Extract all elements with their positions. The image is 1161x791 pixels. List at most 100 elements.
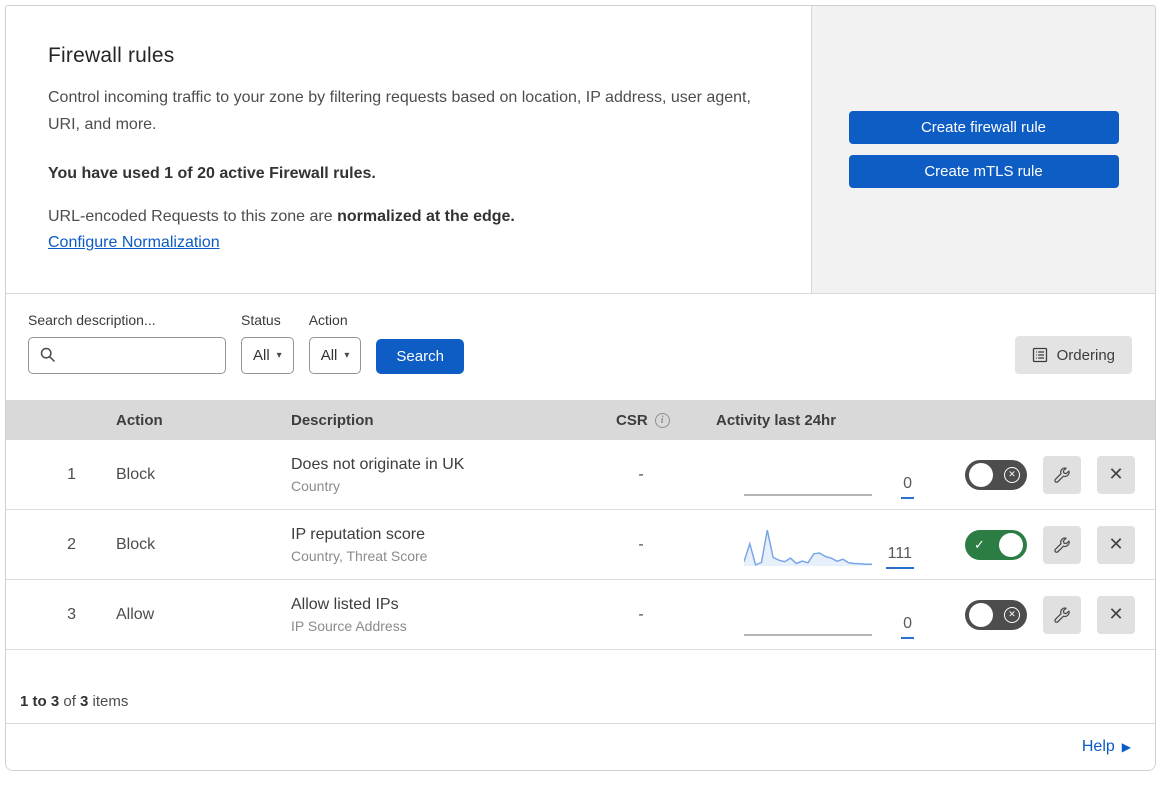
edit-rule-button[interactable] (1043, 595, 1081, 634)
rule-enabled-toggle[interactable]: ✕ (965, 599, 1027, 630)
normalization-notice: URL-encoded Requests to this zone are no… (48, 208, 767, 226)
firewall-rules-card: Firewall rules Control incoming traffic … (5, 5, 1156, 771)
toggle-knob (999, 532, 1023, 557)
delete-rule-button[interactable]: ✕ (1097, 525, 1135, 564)
actions-panel-buttons: Create firewall rule Create mTLS rule (848, 111, 1119, 188)
action-select[interactable]: All ▾ (308, 337, 362, 374)
rule-priority: 2 (67, 535, 76, 553)
rule-description: Allow listed IPs (291, 595, 399, 613)
items-range: 1 to 3 (20, 693, 60, 710)
search-field-wrap (28, 337, 226, 374)
rule-criteria: Country (291, 477, 341, 494)
action-filter-group: Action All ▾ (308, 312, 362, 374)
rule-criteria: IP Source Address (291, 617, 407, 634)
rule-controls: ✕ ✕ (926, 595, 1155, 634)
ordering-button-label: Ordering (1056, 346, 1115, 364)
rule-description-cell: IP reputation score Country, Threat Scor… (271, 526, 596, 564)
rule-priority: 1 (67, 465, 76, 483)
activity-count-link[interactable]: 111 (885, 545, 914, 569)
rule-description-cell: Does not originate in UK Country (271, 456, 596, 494)
rule-description: Does not originate in UK (291, 455, 465, 473)
normalization-text: URL-encoded Requests to this zone are (48, 208, 338, 225)
action-select-value: All (320, 347, 338, 364)
activity-sparkline-flat (744, 494, 872, 496)
toggle-off-x-icon: ✕ (1004, 606, 1020, 623)
description-column-header: Description (291, 411, 374, 429)
table-row: 3 Allow Allow listed IPs IP Source Addre… (6, 580, 1155, 650)
activity-count-link[interactable]: 0 (901, 615, 914, 639)
rule-csr-value: - (638, 605, 644, 623)
help-label: Help (1081, 738, 1115, 755)
search-input[interactable] (28, 337, 226, 374)
activity-count-link[interactable]: 0 (901, 475, 914, 499)
toggle-off-x-icon: ✕ (1004, 466, 1020, 483)
chevron-down-icon: ▾ (276, 349, 282, 361)
create-firewall-rule-button[interactable]: Create firewall rule (848, 111, 1119, 144)
edit-rule-button[interactable] (1043, 455, 1081, 494)
action-column-header: Action (116, 411, 163, 429)
items-count: 1 to 3 of 3 items (6, 650, 1155, 724)
rule-controls: ✓ ✕ (926, 525, 1155, 564)
rule-enabled-toggle[interactable]: ✕ (965, 459, 1027, 490)
rule-action: Block (116, 535, 156, 553)
rule-csr-value: - (638, 535, 644, 553)
header-section: Firewall rules Control incoming traffic … (6, 6, 1155, 293)
wrench-icon (1054, 466, 1070, 483)
toggle-knob (969, 462, 993, 487)
rule-priority: 3 (67, 605, 76, 623)
help-link[interactable]: Help ▶ (1082, 738, 1131, 756)
edit-rule-button[interactable] (1043, 525, 1081, 564)
toggle-on-check-icon: ✓ (974, 536, 985, 552)
status-select-value: All (253, 347, 270, 364)
help-bar: Help ▶ (6, 724, 1155, 770)
search-button[interactable]: Search (376, 339, 464, 374)
items-label: items (88, 693, 129, 710)
rule-controls: ✕ ✕ (926, 455, 1155, 494)
search-icon (40, 347, 56, 363)
ordered-list-icon (1032, 347, 1047, 363)
wrench-icon (1054, 606, 1070, 623)
csr-column-header: CSR i (596, 412, 696, 429)
rule-enabled-toggle[interactable]: ✓ (965, 529, 1027, 560)
status-label: Status (241, 312, 281, 328)
info-icon[interactable]: i (654, 412, 670, 428)
create-mtls-rule-button[interactable]: Create mTLS rule (848, 155, 1119, 188)
close-icon: ✕ (1108, 534, 1124, 554)
items-of-text: of (59, 693, 81, 710)
close-icon: ✕ (1108, 464, 1124, 484)
rule-action: Allow (116, 605, 155, 623)
table-row: 2 Block IP reputation score Country, Thr… (6, 510, 1155, 580)
filter-bar: Search description... Status All ▾ Actio… (6, 294, 1155, 400)
activity-sparkline-chart (744, 529, 872, 566)
header-text-block: Firewall rules Control incoming traffic … (6, 6, 812, 293)
wrench-icon (1054, 536, 1070, 553)
activity-column-header: Activity last 24hr (716, 411, 837, 429)
rule-description: IP reputation score (291, 525, 426, 543)
table-row: 1 Block Does not originate in UK Country… (6, 440, 1155, 510)
page-title: Firewall rules (48, 44, 175, 67)
search-label: Search description... (28, 312, 156, 328)
delete-rule-button[interactable]: ✕ (1097, 455, 1135, 494)
activity-sparkline-flat (744, 634, 872, 636)
usage-notice: You have used 1 of 20 active Firewall ru… (48, 165, 376, 182)
delete-rule-button[interactable]: ✕ (1097, 595, 1135, 634)
rule-criteria: Country, Threat Score (291, 547, 428, 564)
page-description: Control incoming traffic to your zone by… (48, 89, 751, 133)
configure-normalization-link[interactable]: Configure Normalization (48, 234, 220, 252)
status-filter-group: Status All ▾ (241, 312, 294, 374)
csr-column-label: CSR (616, 411, 648, 429)
close-icon: ✕ (1108, 604, 1124, 624)
ordering-button[interactable]: Ordering (1014, 336, 1132, 374)
rule-csr-value: - (638, 465, 644, 483)
toggle-knob (969, 602, 993, 627)
actions-panel: Create firewall rule Create mTLS rule (812, 6, 1155, 293)
activity-cell: 111 (696, 510, 926, 579)
table-header: Action Description CSR i Activity last 2… (6, 400, 1155, 440)
chevron-down-icon: ▾ (344, 349, 350, 361)
rules-list-section: Search description... Status All ▾ Actio… (6, 293, 1155, 724)
arrow-right-icon: ▶ (1121, 740, 1131, 754)
normalization-bold-text: normalized at the edge. (337, 208, 515, 225)
action-label: Action (308, 312, 348, 328)
status-select[interactable]: All ▾ (241, 337, 294, 374)
search-group: Search description... (28, 312, 226, 374)
